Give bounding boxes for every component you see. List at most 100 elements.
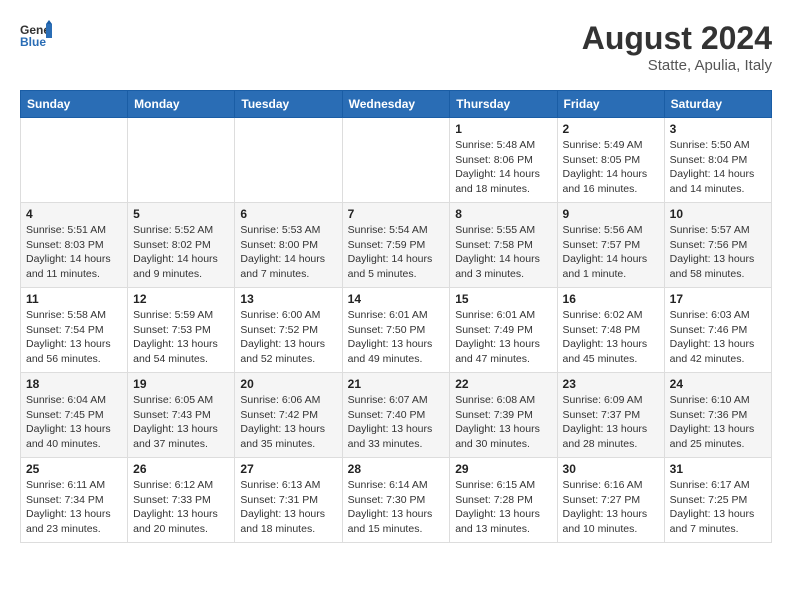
- day-number: 6: [240, 207, 336, 221]
- calendar-cell: 17 Sunrise: 6:03 AM Sunset: 7:46 PM Dayli…: [664, 288, 771, 373]
- calendar-cell: 22Sunrise: 6:08 AM Sunset: 7:39 PM Dayli…: [450, 373, 557, 458]
- col-header-saturday: Saturday: [664, 91, 771, 118]
- day-info: Sunrise: 5:57 AM Sunset: 7:56 PM Dayligh…: [670, 223, 766, 282]
- calendar-cell: 8Sunrise: 5:55 AM Sunset: 7:58 PM Daylig…: [450, 203, 557, 288]
- day-info: Sunrise: 6:10 AM Sunset: 7:36 PM Dayligh…: [670, 393, 766, 452]
- day-number: 31: [670, 462, 766, 476]
- calendar-cell: 9 Sunrise: 5:56 AM Sunset: 7:57 PM Daylig…: [557, 203, 664, 288]
- title-block: August 2024 Statte, Apulia, Italy: [582, 20, 772, 74]
- day-info: Sunrise: 5:54 AM Sunset: 7:59 PM Dayligh…: [348, 223, 445, 282]
- day-info: Sunrise: 6:00 AM Sunset: 7:52 PM Dayligh…: [240, 308, 336, 367]
- calendar-cell: 14 Sunrise: 6:01 AM Sunset: 7:50 PM Dayli…: [342, 288, 450, 373]
- day-info: Sunrise: 6:07 AM Sunset: 7:40 PM Dayligh…: [348, 393, 445, 452]
- day-info: Sunrise: 5:53 AM Sunset: 8:00 PM Dayligh…: [240, 223, 336, 282]
- day-info: Sunrise: 6:08 AM Sunset: 7:39 PM Dayligh…: [455, 393, 551, 452]
- day-number: 28: [348, 462, 445, 476]
- day-number: 29: [455, 462, 551, 476]
- day-info: Sunrise: 5:59 AM Sunset: 7:53 PM Dayligh…: [133, 308, 229, 367]
- week-row-4: 18 Sunrise: 6:04 AM Sunset: 7:45 PM Dayli…: [21, 373, 772, 458]
- day-info: Sunrise: 6:06 AM Sunset: 7:42 PM Dayligh…: [240, 393, 336, 452]
- day-info: Sunrise: 6:13 AM Sunset: 7:31 PM Dayligh…: [240, 478, 336, 537]
- day-number: 11: [26, 292, 122, 306]
- calendar-cell: 20 Sunrise: 6:06 AM Sunset: 7:42 PM Dayli…: [235, 373, 342, 458]
- week-row-5: 25Sunrise: 6:11 AM Sunset: 7:34 PM Dayli…: [21, 458, 772, 543]
- col-header-tuesday: Tuesday: [235, 91, 342, 118]
- day-number: 30: [563, 462, 659, 476]
- calendar-cell: 25Sunrise: 6:11 AM Sunset: 7:34 PM Dayli…: [21, 458, 128, 543]
- day-number: 21: [348, 377, 445, 391]
- day-info: Sunrise: 6:05 AM Sunset: 7:43 PM Dayligh…: [133, 393, 229, 452]
- main-title: August 2024: [582, 20, 772, 57]
- day-info: Sunrise: 6:09 AM Sunset: 7:37 PM Dayligh…: [563, 393, 659, 452]
- day-number: 10: [670, 207, 766, 221]
- calendar-cell: 21 Sunrise: 6:07 AM Sunset: 7:40 PM Dayli…: [342, 373, 450, 458]
- calendar-cell: 19 Sunrise: 6:05 AM Sunset: 7:43 PM Dayli…: [128, 373, 235, 458]
- calendar-cell: 11 Sunrise: 5:58 AM Sunset: 7:54 PM Dayli…: [21, 288, 128, 373]
- calendar-cell: 5Sunrise: 5:52 AM Sunset: 8:02 PM Daylig…: [128, 203, 235, 288]
- day-number: 26: [133, 462, 229, 476]
- calendar-cell: 13 Sunrise: 6:00 AM Sunset: 7:52 PM Dayli…: [235, 288, 342, 373]
- calendar-cell: 10 Sunrise: 5:57 AM Sunset: 7:56 PM Dayli…: [664, 203, 771, 288]
- calendar-table: SundayMondayTuesdayWednesdayThursdayFrid…: [20, 90, 772, 543]
- calendar-cell: 4 Sunrise: 5:51 AM Sunset: 8:03 PM Daylig…: [21, 203, 128, 288]
- day-number: 16: [563, 292, 659, 306]
- calendar-cell: 23 Sunrise: 6:09 AM Sunset: 7:37 PM Dayli…: [557, 373, 664, 458]
- day-number: 19: [133, 377, 229, 391]
- logo-icon: General Blue: [20, 20, 52, 48]
- calendar-cell: 2 Sunrise: 5:49 AM Sunset: 8:05 PM Daylig…: [557, 118, 664, 203]
- day-info: Sunrise: 5:52 AM Sunset: 8:02 PM Dayligh…: [133, 223, 229, 282]
- day-number: 23: [563, 377, 659, 391]
- day-info: Sunrise: 5:51 AM Sunset: 8:03 PM Dayligh…: [26, 223, 122, 282]
- day-number: 2: [563, 122, 659, 136]
- day-info: Sunrise: 5:49 AM Sunset: 8:05 PM Dayligh…: [563, 138, 659, 197]
- day-info: Sunrise: 5:58 AM Sunset: 7:54 PM Dayligh…: [26, 308, 122, 367]
- day-info: Sunrise: 6:04 AM Sunset: 7:45 PM Dayligh…: [26, 393, 122, 452]
- day-info: Sunrise: 6:03 AM Sunset: 7:46 PM Dayligh…: [670, 308, 766, 367]
- col-header-friday: Friday: [557, 91, 664, 118]
- week-row-3: 11 Sunrise: 5:58 AM Sunset: 7:54 PM Dayli…: [21, 288, 772, 373]
- calendar-cell: 30 Sunrise: 6:16 AM Sunset: 7:27 PM Dayli…: [557, 458, 664, 543]
- day-number: 17: [670, 292, 766, 306]
- col-header-monday: Monday: [128, 91, 235, 118]
- col-header-sunday: Sunday: [21, 91, 128, 118]
- calendar-cell: 15Sunrise: 6:01 AM Sunset: 7:49 PM Dayli…: [450, 288, 557, 373]
- logo: General Blue: [20, 20, 52, 48]
- calendar-cell: 27Sunrise: 6:13 AM Sunset: 7:31 PM Dayli…: [235, 458, 342, 543]
- calendar-cell: 6 Sunrise: 5:53 AM Sunset: 8:00 PM Daylig…: [235, 203, 342, 288]
- day-info: Sunrise: 6:12 AM Sunset: 7:33 PM Dayligh…: [133, 478, 229, 537]
- day-info: Sunrise: 6:15 AM Sunset: 7:28 PM Dayligh…: [455, 478, 551, 537]
- week-row-1: 1 Sunrise: 5:48 AM Sunset: 8:06 PM Daylig…: [21, 118, 772, 203]
- day-number: 20: [240, 377, 336, 391]
- col-header-thursday: Thursday: [450, 91, 557, 118]
- day-number: 14: [348, 292, 445, 306]
- calendar-cell: 18 Sunrise: 6:04 AM Sunset: 7:45 PM Dayli…: [21, 373, 128, 458]
- page-header: General Blue August 2024 Statte, Apulia,…: [20, 20, 772, 74]
- calendar-cell: [342, 118, 450, 203]
- calendar-cell: 12Sunrise: 5:59 AM Sunset: 7:53 PM Dayli…: [128, 288, 235, 373]
- day-number: 25: [26, 462, 122, 476]
- calendar-cell: 7 Sunrise: 5:54 AM Sunset: 7:59 PM Daylig…: [342, 203, 450, 288]
- calendar-cell: [128, 118, 235, 203]
- svg-text:Blue: Blue: [20, 35, 46, 48]
- calendar-cell: 24 Sunrise: 6:10 AM Sunset: 7:36 PM Dayli…: [664, 373, 771, 458]
- day-number: 7: [348, 207, 445, 221]
- day-number: 4: [26, 207, 122, 221]
- week-row-2: 4 Sunrise: 5:51 AM Sunset: 8:03 PM Daylig…: [21, 203, 772, 288]
- day-number: 18: [26, 377, 122, 391]
- day-info: Sunrise: 5:48 AM Sunset: 8:06 PM Dayligh…: [455, 138, 551, 197]
- day-number: 3: [670, 122, 766, 136]
- day-info: Sunrise: 6:01 AM Sunset: 7:49 PM Dayligh…: [455, 308, 551, 367]
- day-number: 9: [563, 207, 659, 221]
- calendar-cell: 16Sunrise: 6:02 AM Sunset: 7:48 PM Dayli…: [557, 288, 664, 373]
- day-info: Sunrise: 6:01 AM Sunset: 7:50 PM Dayligh…: [348, 308, 445, 367]
- calendar-cell: 31Sunrise: 6:17 AM Sunset: 7:25 PM Dayli…: [664, 458, 771, 543]
- day-info: Sunrise: 5:56 AM Sunset: 7:57 PM Dayligh…: [563, 223, 659, 282]
- day-number: 8: [455, 207, 551, 221]
- calendar-cell: 3Sunrise: 5:50 AM Sunset: 8:04 PM Daylig…: [664, 118, 771, 203]
- day-number: 13: [240, 292, 336, 306]
- day-number: 24: [670, 377, 766, 391]
- calendar-cell: 29 Sunrise: 6:15 AM Sunset: 7:28 PM Dayli…: [450, 458, 557, 543]
- day-info: Sunrise: 6:16 AM Sunset: 7:27 PM Dayligh…: [563, 478, 659, 537]
- day-number: 1: [455, 122, 551, 136]
- col-header-wednesday: Wednesday: [342, 91, 450, 118]
